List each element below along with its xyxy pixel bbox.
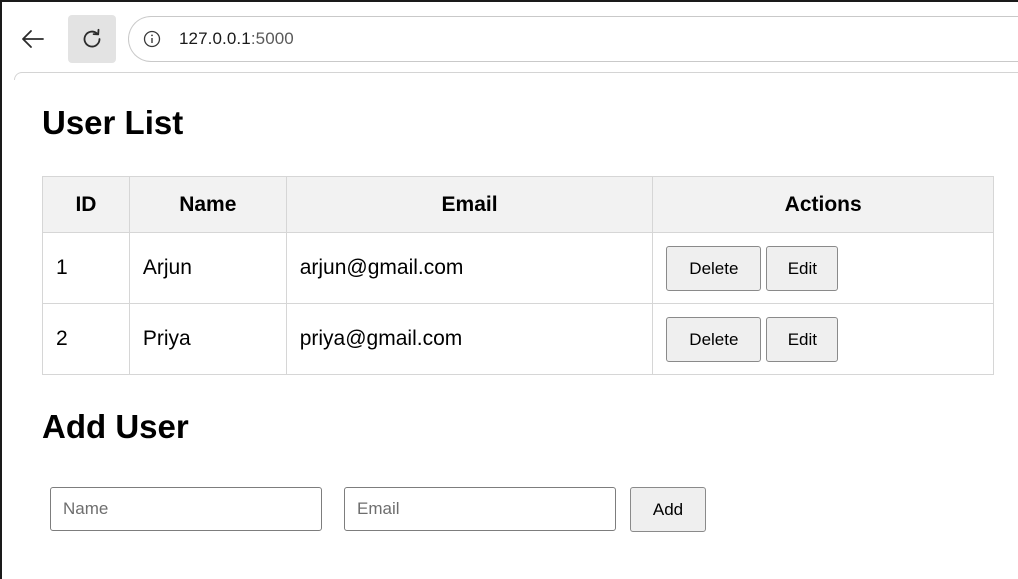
reload-button[interactable]: [68, 15, 116, 63]
cell-id: 2: [42, 303, 130, 375]
cell-id: 1: [42, 232, 130, 304]
reload-icon: [83, 28, 101, 48]
add-button[interactable]: Add: [630, 486, 706, 532]
column-header-name: Name: [128, 176, 287, 233]
delete-button[interactable]: Delete: [666, 316, 762, 362]
url-port: :5000: [250, 29, 294, 48]
back-button[interactable]: [10, 14, 56, 64]
cell-email: arjun@gmail.com: [285, 232, 654, 304]
info-icon[interactable]: [143, 30, 161, 48]
name-input[interactable]: [50, 487, 322, 531]
email-input[interactable]: [344, 487, 616, 531]
arrow-left-icon: [22, 30, 44, 48]
browser-toolbar: 127.0.0.1:5000: [2, 2, 1018, 74]
edit-button[interactable]: Edit: [766, 316, 839, 362]
cell-email: priya@gmail.com: [285, 303, 654, 375]
column-header-id: ID: [42, 176, 130, 233]
user-table: ID Name Email Actions 1 Arjun arjun@gmai…: [42, 176, 994, 375]
browser-window: 127.0.0.1:5000 User List ID Name Email A…: [0, 0, 1018, 579]
delete-button[interactable]: Delete: [666, 245, 762, 291]
page-title: User List: [42, 104, 184, 141]
cell-name: Priya: [128, 303, 287, 375]
add-user-title: Add User: [42, 408, 189, 445]
url-host: 127.0.0.1: [179, 29, 251, 48]
cell-actions: Delete Edit: [652, 303, 994, 375]
column-header-email: Email: [285, 176, 654, 233]
address-bar[interactable]: 127.0.0.1:5000: [128, 16, 1018, 62]
cell-actions: Delete Edit: [652, 232, 994, 304]
edit-button[interactable]: Edit: [766, 245, 839, 291]
table-row: 1 Arjun arjun@gmail.com Delete Edit: [42, 232, 994, 304]
table-row: 2 Priya priya@gmail.com Delete Edit: [42, 303, 994, 375]
viewport-border: [14, 72, 1018, 80]
add-user-form: Add: [50, 486, 706, 532]
column-header-actions: Actions: [652, 176, 994, 233]
url-text: 127.0.0.1:5000: [179, 29, 294, 49]
cell-name: Arjun: [128, 232, 287, 304]
table-header-row: ID Name Email Actions: [42, 176, 994, 233]
